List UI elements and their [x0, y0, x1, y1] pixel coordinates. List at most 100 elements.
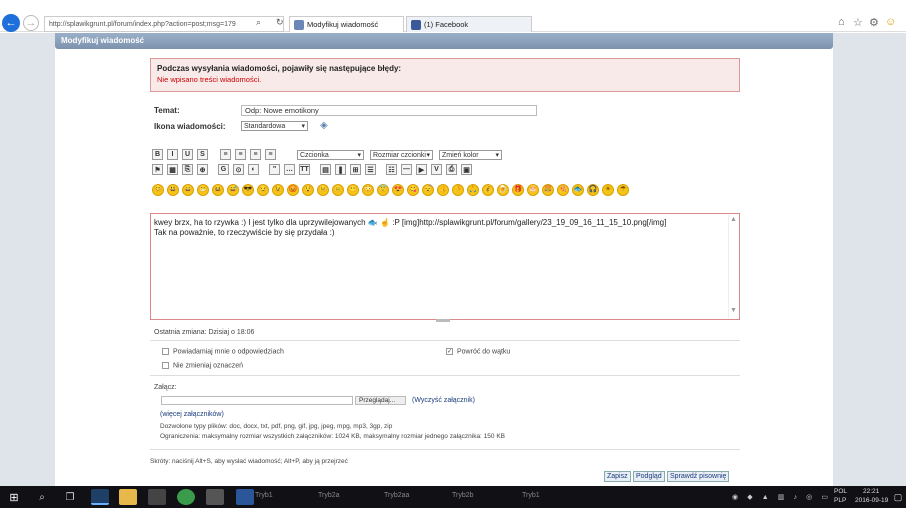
- emoticon-icon[interactable]: ☀: [602, 184, 614, 196]
- smiley-feedback-icon[interactable]: ☺: [885, 16, 896, 28]
- favorites-icon[interactable]: ☆: [853, 16, 863, 29]
- message-body-textarea[interactable]: kwey brzx, ha to rzywka :) I jest tylko …: [150, 213, 740, 320]
- taskbar-window-label[interactable]: Tryb1: [522, 492, 540, 499]
- input-language[interactable]: POL: [834, 488, 847, 495]
- ie-taskbar-icon[interactable]: [91, 489, 109, 505]
- search-icon[interactable]: ⌕: [256, 17, 261, 28]
- emoticon-icon[interactable]: 😴: [422, 184, 434, 196]
- emoticon-icon[interactable]: 😋: [407, 184, 419, 196]
- insert-tool-button[interactable]: —: [401, 164, 412, 175]
- clock-date[interactable]: 2016-09-19: [855, 497, 888, 504]
- emoticon-icon[interactable]: 😁: [197, 184, 209, 196]
- start-windows-icon[interactable]: ⊞: [6, 490, 22, 504]
- browse-button[interactable]: Przeglądaj...: [355, 396, 406, 405]
- tray-volume-icon[interactable]: ♪: [794, 494, 798, 501]
- tray-network-icon[interactable]: ▥: [778, 493, 785, 501]
- emoticon-icon[interactable]: 🎂: [527, 184, 539, 196]
- app-taskbar-icon[interactable]: [206, 489, 224, 505]
- emoticon-icon[interactable]: 😄: [182, 184, 194, 196]
- word-taskbar-icon[interactable]: [236, 489, 254, 505]
- emoticon-icon[interactable]: 😎: [242, 184, 254, 196]
- emoticon-icon[interactable]: 👎: [452, 184, 464, 196]
- emoticon-icon[interactable]: 😡: [287, 184, 299, 196]
- insert-tool-button[interactable]: ▦: [167, 164, 178, 175]
- tab-modify-message[interactable]: Modyfikuj wiadomość: [289, 16, 404, 32]
- resize-handle[interactable]: [436, 319, 450, 322]
- more-attachments-link[interactable]: (więcej załączników): [160, 411, 224, 418]
- emoticon-icon[interactable]: 🙏: [467, 184, 479, 196]
- emoticon-icon[interactable]: 🎧: [587, 184, 599, 196]
- tray-app-icon[interactable]: ▲: [762, 494, 769, 501]
- return-option[interactable]: ✓ Powróć do wątku: [446, 348, 510, 355]
- emoticon-icon[interactable]: 😏: [257, 184, 269, 196]
- insert-tool-button[interactable]: ⎘: [182, 164, 193, 175]
- clear-attachment-link[interactable]: (Wyczyść załącznik): [412, 397, 475, 404]
- insert-tool-button[interactable]: V: [431, 164, 442, 175]
- address-bar[interactable]: http://splawikgrunt.pl/forum/index.php?a…: [44, 16, 284, 32]
- emoticon-icon[interactable]: 👍: [437, 184, 449, 196]
- justify-button[interactable]: ≡: [265, 149, 276, 160]
- keyboard-layout[interactable]: PLP: [834, 497, 846, 504]
- tray-app-icon[interactable]: ◎: [806, 493, 812, 501]
- tray-app-icon[interactable]: ◆: [747, 493, 752, 501]
- emoticon-icon[interactable]: 💰: [482, 184, 494, 196]
- align-left-button[interactable]: ≡: [220, 149, 231, 160]
- insert-tool-button[interactable]: ❚: [335, 164, 346, 175]
- emoticon-icon[interactable]: 😆: [212, 184, 224, 196]
- font-face-select[interactable]: Czcionka ▾: [297, 150, 364, 160]
- notify-option[interactable]: Powiadamiaj mnie o odpowiedziach: [162, 348, 284, 355]
- insert-tool-button[interactable]: ◐: [248, 164, 259, 175]
- insert-tool-button[interactable]: ⊞: [350, 164, 361, 175]
- emoticon-icon[interactable]: 😊: [152, 184, 164, 196]
- system-tray-icons[interactable]: ◉ ◆ ▲ ▥ ♪ ◎ ▭: [732, 490, 828, 504]
- tray-app-icon[interactable]: ◉: [732, 493, 738, 501]
- font-size-select[interactable]: Rozmiar czcionki ▾: [370, 150, 433, 160]
- textarea-scrollbar[interactable]: ▲ ▼: [728, 215, 738, 318]
- bold-button[interactable]: B: [152, 149, 163, 160]
- insert-tool-button[interactable]: ▤: [320, 164, 331, 175]
- insert-tool-button[interactable]: ▶: [416, 164, 427, 175]
- align-center-button[interactable]: ≡: [235, 149, 246, 160]
- media-taskbar-icon[interactable]: [148, 489, 166, 505]
- home-icon[interactable]: ⌂: [838, 16, 845, 28]
- chrome-taskbar-icon[interactable]: [177, 489, 195, 505]
- insert-tool-button[interactable]: ⊙: [233, 164, 244, 175]
- font-color-select[interactable]: Zmień kolor ▾: [439, 150, 502, 160]
- emoticon-icon[interactable]: 😶: [347, 184, 359, 196]
- emoticon-icon[interactable]: 😅: [227, 184, 239, 196]
- insert-tool-button[interactable]: ⊕: [197, 164, 208, 175]
- notifications-icon[interactable]: ▢: [893, 490, 903, 504]
- emoticon-icon[interactable]: 😃: [167, 184, 179, 196]
- attachment-file-input[interactable]: [161, 396, 353, 405]
- emoticon-icon[interactable]: 😇: [377, 184, 389, 196]
- emoticon-icon[interactable]: 🐟: [572, 184, 584, 196]
- save-button[interactable]: Zapisz: [604, 471, 631, 482]
- emoticon-icon[interactable]: 😯: [302, 184, 314, 196]
- settings-gear-icon[interactable]: ⚙: [869, 16, 879, 29]
- emoticon-icon[interactable]: 😍: [392, 184, 404, 196]
- insert-tool-button[interactable]: ☷: [386, 164, 397, 175]
- insert-tool-button[interactable]: ⎙: [446, 164, 457, 175]
- emoticon-icon[interactable]: ☂: [617, 184, 629, 196]
- taskbar-window-label[interactable]: Tryb2aa: [384, 492, 409, 499]
- emoticon-icon[interactable]: 😐: [317, 184, 329, 196]
- spellcheck-button[interactable]: Sprawdź pisownię: [667, 471, 730, 482]
- return-checkbox[interactable]: ✓: [446, 348, 453, 355]
- tab-facebook[interactable]: (1) Facebook: [406, 16, 532, 32]
- taskbar-window-label[interactable]: Tryb2b: [452, 492, 474, 499]
- emoticon-icon[interactable]: 😳: [362, 184, 374, 196]
- clock-time[interactable]: 22:21: [863, 488, 879, 495]
- refresh-icon[interactable]: ↻: [276, 17, 284, 28]
- align-right-button[interactable]: ≡: [250, 149, 261, 160]
- emoticon-icon[interactable]: 🍕: [557, 184, 569, 196]
- tray-battery-icon[interactable]: ▭: [821, 493, 828, 501]
- insert-tool-button[interactable]: ☰: [365, 164, 376, 175]
- insert-tool-button[interactable]: ⚑: [152, 164, 163, 175]
- emoticon-icon[interactable]: 🍺: [497, 184, 509, 196]
- emoticon-icon[interactable]: 🍔: [542, 184, 554, 196]
- forward-button[interactable]: →: [23, 15, 39, 31]
- taskbar-window-label[interactable]: Tryb1: [255, 492, 273, 499]
- icon-select[interactable]: Standardowa ▾: [241, 121, 308, 131]
- strike-button[interactable]: S: [197, 149, 208, 160]
- noedit-checkbox[interactable]: [162, 362, 169, 369]
